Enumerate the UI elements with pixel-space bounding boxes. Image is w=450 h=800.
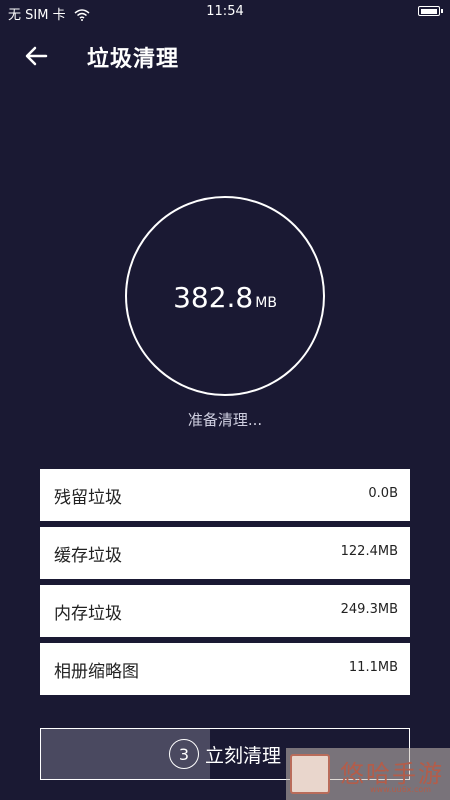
junk-size-unit: MB xyxy=(255,295,277,311)
clock: 11:54 xyxy=(206,4,244,19)
item-label: 缓存垃圾 xyxy=(54,546,122,566)
list-item-memory[interactable]: 内存垃圾 249.3MB xyxy=(40,585,410,637)
back-arrow-icon[interactable] xyxy=(20,40,52,72)
item-label: 相册缩略图 xyxy=(54,662,139,682)
clean-button-label: 立刻清理 xyxy=(204,744,281,767)
scan-status: 准备清理... xyxy=(187,411,263,429)
item-size: 0.0B xyxy=(368,486,398,501)
item-size: 11.1MB xyxy=(348,660,398,675)
list-item-residual[interactable]: 残留垃圾 0.0B xyxy=(40,469,410,521)
list-item-thumbnails[interactable]: 相册缩略图 11.1MB xyxy=(40,643,410,695)
watermark-url: www.uu6x.com xyxy=(370,785,432,794)
junk-category-list: 残留垃圾 0.0B 缓存垃圾 122.4MB 内存垃圾 249.3MB 相册缩略… xyxy=(40,469,410,701)
item-size: 249.3MB xyxy=(340,602,398,617)
status-bar: 无 SIM 卡 11:54 xyxy=(0,0,450,24)
site-watermark: 悠哈手游 www.uu6x.com xyxy=(286,748,450,800)
battery-tip xyxy=(441,9,443,13)
junk-size-ring: 382.8 MB xyxy=(125,196,325,396)
item-label: 残留垃圾 xyxy=(54,488,122,508)
item-size: 122.4MB xyxy=(340,544,398,559)
watermark-logo-icon xyxy=(290,754,330,794)
item-label: 内存垃圾 xyxy=(54,604,122,624)
battery-icon xyxy=(418,6,440,16)
junk-size-value: 382.8 xyxy=(173,281,254,314)
app-header: 垃圾清理 xyxy=(0,34,450,78)
countdown-badge: 3 xyxy=(168,739,199,769)
watermark-text: 悠哈手游 xyxy=(340,760,444,788)
junk-size-display: 382.8 MB xyxy=(127,281,323,314)
list-item-cache[interactable]: 缓存垃圾 122.4MB xyxy=(40,527,410,579)
page-title: 垃圾清理 xyxy=(87,47,180,72)
